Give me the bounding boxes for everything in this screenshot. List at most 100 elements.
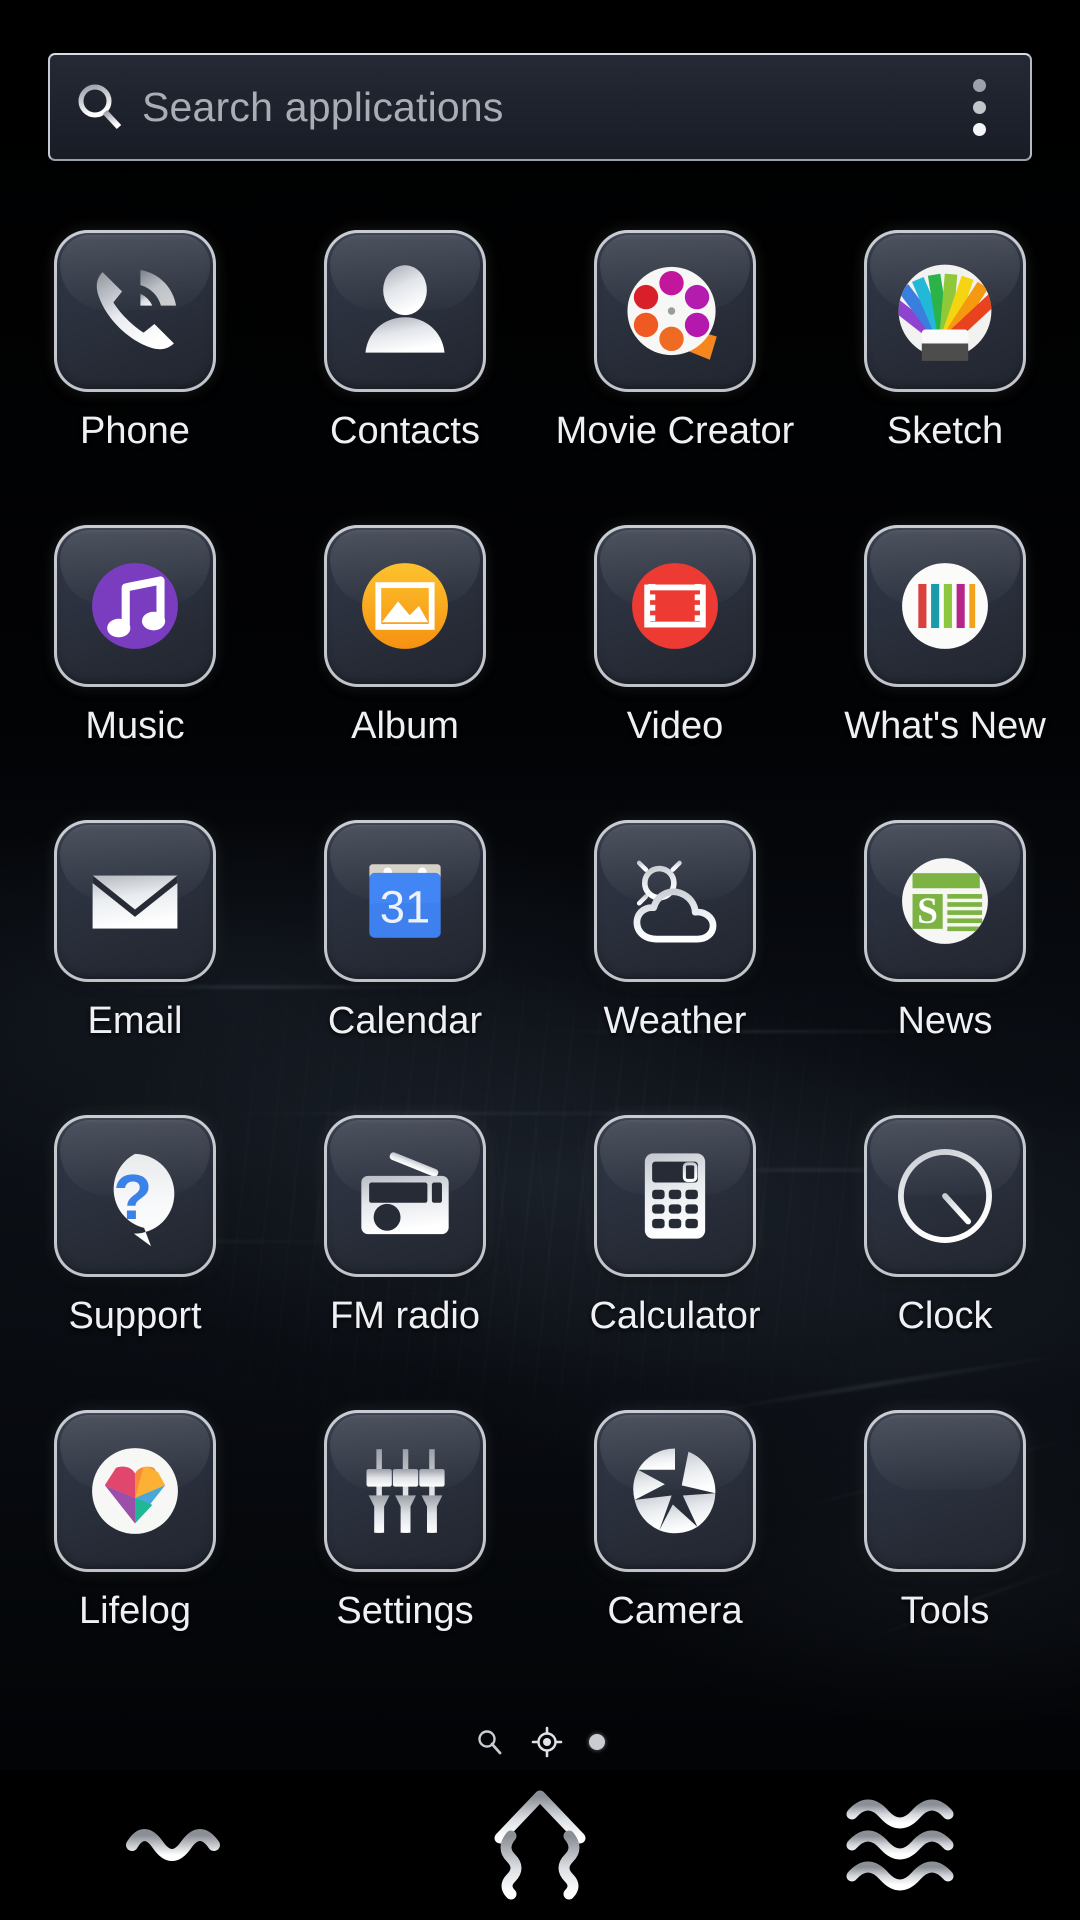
app-grid: Phone Contacts Movie Creator Sketch Musi…	[0, 230, 1080, 1705]
weather-tile[interactable]	[594, 820, 756, 982]
search-input[interactable]: Search applications	[142, 84, 942, 131]
app-icon-phone[interactable]: Phone	[15, 230, 255, 525]
album-tile[interactable]	[324, 525, 486, 687]
home-wave-icon	[494, 1790, 586, 1902]
app-label: Album	[351, 705, 459, 747]
email-icon	[92, 875, 178, 929]
lifelog-icon	[92, 1448, 178, 1534]
app-icon-support[interactable]: ? Support	[15, 1115, 255, 1410]
phone-icon	[96, 269, 177, 350]
app-label: Calculator	[589, 1295, 761, 1337]
nav-back-button[interactable]	[60, 1770, 300, 1920]
settings-tile[interactable]	[324, 1410, 486, 1572]
page-indicator-search[interactable]	[475, 1727, 505, 1757]
app-label: Movie Creator	[555, 410, 795, 452]
clock-icon	[898, 1149, 992, 1243]
music-icon	[92, 563, 178, 649]
calendar-day-text: 31	[380, 882, 430, 933]
fm-radio-icon	[361, 1152, 449, 1235]
movie-creator-icon	[627, 266, 717, 360]
fm-radio-tile[interactable]	[324, 1115, 486, 1277]
question-mark-glyph: ?	[113, 1161, 152, 1233]
app-label: Support	[68, 1295, 202, 1337]
video-tile[interactable]	[594, 525, 756, 687]
app-label: Music	[85, 705, 185, 747]
app-label: Calendar	[327, 1000, 483, 1042]
page-indicator	[0, 1726, 1080, 1758]
page-dot	[589, 1734, 605, 1750]
news-tile[interactable]: S	[864, 820, 1026, 982]
support-icon: ?	[113, 1153, 175, 1247]
app-label: News	[897, 1000, 993, 1042]
sketch-tile[interactable]	[864, 230, 1026, 392]
whats-new-tile[interactable]	[864, 525, 1026, 687]
app-icon-news[interactable]: S News	[825, 820, 1065, 1115]
app-icon-album[interactable]: Album	[285, 525, 525, 820]
app-icon-clock[interactable]: Clock	[825, 1115, 1065, 1410]
app-label: What's New	[844, 705, 1046, 747]
music-tile[interactable]	[54, 525, 216, 687]
camera-icon	[633, 1448, 716, 1534]
movie-creator-tile[interactable]	[594, 230, 756, 392]
back-wave-icon	[126, 1829, 220, 1861]
app-icon-camera[interactable]: Camera	[555, 1410, 795, 1705]
page-indicator-dot[interactable]	[589, 1734, 605, 1750]
calculator-tile[interactable]	[594, 1115, 756, 1277]
apps-page-icon	[531, 1726, 563, 1758]
app-icon-email[interactable]: Email	[15, 820, 255, 1115]
app-icon-whats-new[interactable]: What's New	[825, 525, 1065, 820]
contacts-tile[interactable]	[324, 230, 486, 392]
app-label: Sketch	[886, 410, 1004, 452]
video-icon	[632, 563, 718, 649]
app-icon-video[interactable]: Video	[555, 525, 795, 820]
app-label: Settings	[336, 1590, 474, 1632]
page-indicator-current[interactable]	[531, 1726, 563, 1758]
app-icon-sketch[interactable]: Sketch	[825, 230, 1065, 525]
weather-icon	[629, 851, 717, 943]
app-icon-settings[interactable]: Settings	[285, 1410, 525, 1705]
navigation-bar	[0, 1770, 1080, 1920]
calendar-icon: 31	[369, 864, 441, 938]
app-icon-music[interactable]: Music	[15, 525, 255, 820]
camera-tile[interactable]	[594, 1410, 756, 1572]
app-label: Tools	[900, 1590, 990, 1632]
tools-folder-tile[interactable]	[864, 1410, 1026, 1572]
app-label: FM radio	[330, 1295, 480, 1337]
app-label: Contacts	[330, 410, 480, 452]
search-page-icon	[478, 1730, 502, 1755]
settings-icon	[366, 1449, 445, 1533]
app-icon-calendar[interactable]: 31 Calendar	[285, 820, 525, 1115]
clock-tile[interactable]	[864, 1115, 1026, 1277]
calendar-tile[interactable]: 31	[324, 820, 486, 982]
app-icon-lifelog[interactable]: Lifelog	[15, 1410, 255, 1705]
app-icon-contacts[interactable]: Contacts	[285, 230, 525, 525]
support-tile[interactable]: ?	[54, 1115, 216, 1277]
app-label: Weather	[603, 1000, 747, 1042]
calculator-icon	[644, 1153, 706, 1239]
app-label: Email	[87, 1000, 183, 1042]
app-icon-tools[interactable]: Tools	[825, 1410, 1065, 1705]
search-bar[interactable]: Search applications	[48, 53, 1032, 161]
recents-waves-icon	[846, 1799, 954, 1891]
app-icon-weather[interactable]: Weather	[555, 820, 795, 1115]
app-icon-fm-radio[interactable]: FM radio	[285, 1115, 525, 1410]
overflow-menu-icon[interactable]	[942, 53, 1016, 161]
nav-recents-button[interactable]	[780, 1770, 1020, 1920]
phone-tile[interactable]	[54, 230, 216, 392]
contacts-icon	[365, 265, 445, 353]
lifelog-tile[interactable]	[54, 1410, 216, 1572]
app-icon-movie-creator[interactable]: Movie Creator	[555, 230, 795, 525]
tools-folder-icon	[945, 1491, 946, 1492]
sketch-icon	[898, 264, 992, 361]
app-icon-calculator[interactable]: Calculator	[555, 1115, 795, 1410]
whats-new-icon	[902, 563, 988, 649]
album-icon	[362, 563, 448, 649]
app-label: Camera	[607, 1590, 743, 1632]
app-label: Lifelog	[79, 1590, 191, 1632]
news-letter-text: S	[917, 891, 938, 932]
email-tile[interactable]	[54, 820, 216, 982]
nav-home-button[interactable]	[420, 1770, 660, 1920]
news-icon: S	[902, 858, 988, 944]
search-icon	[78, 84, 122, 130]
app-label: Video	[626, 705, 724, 747]
